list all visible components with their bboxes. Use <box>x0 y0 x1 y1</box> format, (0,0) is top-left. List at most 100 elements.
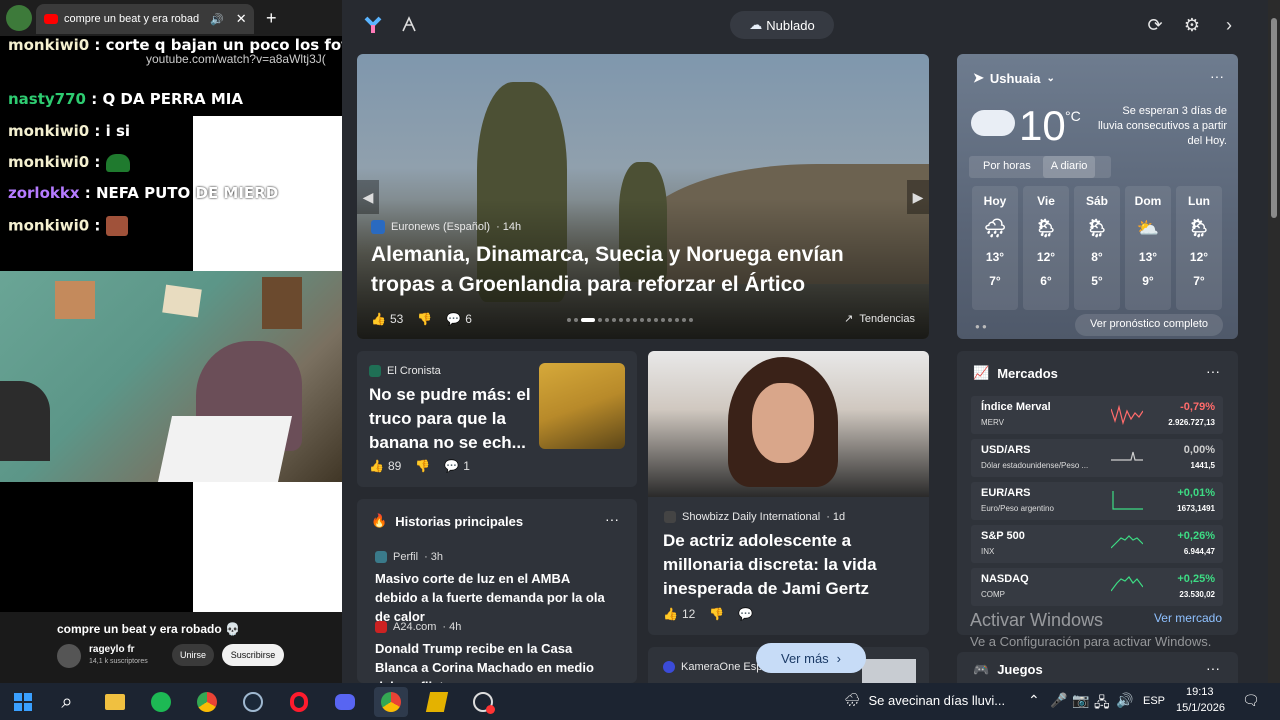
subscribe-button[interactable]: Suscribirse <box>222 644 284 666</box>
more-options-icon[interactable]: ··· <box>605 511 619 527</box>
carousel-dot[interactable] <box>682 318 686 322</box>
chrome-icon[interactable] <box>192 687 222 717</box>
apps-icon[interactable] <box>394 10 424 40</box>
carousel-dot[interactable] <box>668 318 672 322</box>
see-more-button[interactable]: Ver más › <box>756 643 866 673</box>
banana-card[interactable]: El Cronista No se pudre más: el truco pa… <box>357 351 637 487</box>
actress-source[interactable]: Showbizz Daily International · 1d <box>664 511 845 523</box>
forecast-day[interactable]: Vie 🌦 12° 6° <box>1023 186 1069 310</box>
comment-button[interactable]: 💬 1 <box>444 459 470 473</box>
dislike-button[interactable]: 👎 <box>415 459 430 473</box>
clock-time[interactable]: 19:13 <box>1186 686 1214 698</box>
comment-button[interactable]: 💬 6 <box>446 312 472 326</box>
notification-icon[interactable]: 🗨 <box>1242 692 1260 709</box>
gear-icon[interactable]: ⚙ <box>1177 10 1207 40</box>
refresh-icon[interactable]: ⟳ <box>1140 10 1170 40</box>
see-market-link[interactable]: Ver mercado <box>1154 611 1222 625</box>
banana-thumbnail[interactable] <box>539 363 625 449</box>
carousel-dot[interactable] <box>633 318 637 322</box>
carousel-dot[interactable] <box>626 318 630 322</box>
market-row[interactable]: USD/ARS Dólar estadounidense/Peso ... 0,… <box>971 439 1223 477</box>
actress-title[interactable]: De actriz adolescente a millonaria discr… <box>663 529 913 601</box>
scroll-thumb[interactable] <box>1271 18 1277 218</box>
carousel-dot[interactable] <box>640 318 644 322</box>
copilot-icon[interactable] <box>358 10 388 40</box>
camera-icon[interactable]: 📷 <box>1072 692 1089 709</box>
like-button[interactable]: 👍 53 <box>371 312 403 326</box>
market-row[interactable]: Índice Merval MERV -0,79% 2.926.727,13 <box>971 396 1223 434</box>
chevron-up-icon[interactable]: ⌃ <box>1028 692 1040 709</box>
carousel-dot[interactable] <box>567 318 571 322</box>
windows-start-icon[interactable] <box>8 687 38 717</box>
hero-card[interactable]: ◀ ▶ Euronews (Español) · 14h Alemania, D… <box>357 54 929 339</box>
carousel-dot[interactable] <box>612 318 616 322</box>
banana-source[interactable]: El Cronista <box>369 365 441 377</box>
story-item[interactable]: A24.com · 4h Donald Trump recibe en la Ca… <box>375 621 615 683</box>
hero-title[interactable]: Alemania, Dinamarca, Suecia y Noruega en… <box>371 240 911 300</box>
search-icon[interactable]: ⌕ <box>52 687 82 717</box>
tab-hourly[interactable]: Por horas <box>969 156 1043 178</box>
market-row[interactable]: NASDAQ COMP +0,25% 23.530,02 <box>971 568 1223 606</box>
carousel-dot[interactable] <box>574 318 578 322</box>
carousel-prev-button[interactable]: ◀ <box>357 180 379 214</box>
dislike-button[interactable]: 👎 <box>709 607 724 621</box>
carousel-dot-active[interactable] <box>581 318 595 322</box>
trending-link[interactable]: ↗ Tendencias <box>844 312 915 326</box>
hero-source[interactable]: Euronews (Español) · 14h <box>371 220 521 234</box>
weather-location[interactable]: ➤ Ushuaia ⌄ <box>973 70 1055 86</box>
more-options-icon[interactable]: ··· <box>1206 363 1220 379</box>
join-button[interactable]: Unirse <box>172 644 214 666</box>
opera-icon[interactable] <box>284 687 314 717</box>
close-tab-icon[interactable]: ✕ <box>236 11 247 27</box>
weather-card[interactable]: ➤ Ushuaia ⌄ ··· 10 °C Se esperan 3 días … <box>957 54 1238 339</box>
carousel-dot[interactable] <box>619 318 623 322</box>
banana-title[interactable]: No se pudre más: el truco para que la ba… <box>369 383 539 455</box>
more-options-icon[interactable]: ··· <box>1210 68 1224 84</box>
network-icon[interactable]: 🖧 <box>1094 692 1110 716</box>
discord-icon[interactable] <box>330 687 360 717</box>
like-button[interactable]: 👍 12 <box>663 607 695 621</box>
more-options-icon[interactable]: ··· <box>1206 660 1220 676</box>
url-text[interactable]: youtube.com/watch?v=a8aWltj3J( <box>146 52 326 66</box>
carousel-dot[interactable] <box>654 318 658 322</box>
browser-tab[interactable]: compre un beat y era robad 🔊 ✕ <box>36 4 254 34</box>
story-item[interactable]: Perfil · 3h Masivo corte de luz en el AMB… <box>375 551 615 626</box>
recording-icon[interactable] <box>468 687 498 717</box>
kamera-source[interactable]: KameraOne Esp <box>663 661 762 673</box>
weather-pill[interactable]: ☁ Nublado <box>730 11 834 39</box>
weather-alert[interactable]: Se esperan 3 días de lluvia consecutivos… <box>1097 104 1227 149</box>
steam-icon[interactable] <box>238 687 268 717</box>
volume-icon[interactable]: 🔊 <box>1116 692 1133 709</box>
chevron-right-icon[interactable]: › <box>1214 10 1244 40</box>
actress-card[interactable]: Showbizz Daily International · 1d De act… <box>648 351 929 635</box>
tab-daily[interactable]: A diario <box>1042 156 1096 178</box>
spotify-icon[interactable] <box>146 687 176 717</box>
forecast-day[interactable]: Dom ⛅ 13° 9° <box>1125 186 1171 310</box>
full-forecast-button[interactable]: Ver pronóstico completo <box>1075 314 1223 336</box>
new-tab-button[interactable]: + <box>266 8 277 29</box>
market-row[interactable]: S&P 500 INX +0,26% 6.944,47 <box>971 525 1223 563</box>
forecast-day[interactable]: Hoy 🌧 13° 7° <box>972 186 1018 310</box>
carousel-dot[interactable] <box>689 318 693 322</box>
carousel-dot[interactable] <box>598 318 602 322</box>
microphone-icon[interactable]: 🎤 <box>1050 692 1067 709</box>
kamera-thumbnail[interactable] <box>862 659 916 683</box>
page-scrollbar[interactable] <box>1268 0 1280 683</box>
carousel-next-button[interactable]: ▶ <box>907 180 929 214</box>
taskbar-weather[interactable]: 🌧 Se avecinan días lluvi... <box>844 692 1005 708</box>
file-explorer-icon[interactable] <box>100 687 130 717</box>
forecast-day[interactable]: Sáb 🌦 8° 5° <box>1074 186 1120 310</box>
markets-header[interactable]: 📈 Mercados <box>973 365 1058 381</box>
like-button[interactable]: 👍 89 <box>369 459 401 473</box>
carousel-dot[interactable] <box>661 318 665 322</box>
obs-like-icon[interactable] <box>422 687 452 717</box>
comment-button[interactable]: 💬 <box>738 607 753 621</box>
games-header[interactable]: 🎮 Juegos <box>973 662 1043 678</box>
carousel-dot[interactable] <box>675 318 679 322</box>
actress-photo[interactable] <box>648 351 929 497</box>
profile-avatar[interactable] <box>6 5 32 31</box>
clock-date[interactable]: 15/1/2026 <box>1176 702 1225 714</box>
market-row[interactable]: EUR/ARS Euro/Peso argentino +0,01% 1673,… <box>971 482 1223 520</box>
forecast-day[interactable]: Lun 🌦 12° 7° <box>1176 186 1222 310</box>
carousel-dot[interactable] <box>647 318 651 322</box>
